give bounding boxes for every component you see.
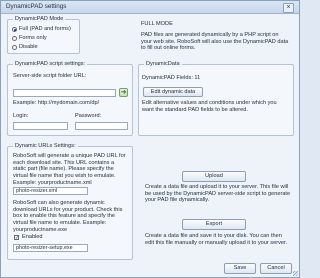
url-example: Example: http://mydomain.com/dp/ xyxy=(13,100,100,106)
mode-label-full: Full (PAD and forms) xyxy=(19,26,71,32)
settings-window: DynamicPAD settings × DynamicPAD Mode Fu… xyxy=(0,0,300,278)
window-title: DynamicPAD settings xyxy=(6,3,67,10)
enabled-checkbox[interactable]: ✓ xyxy=(14,235,19,241)
mode-label-forms: Forms only xyxy=(19,35,47,41)
script-group: DynamicPAD script settings: Server-side … xyxy=(7,61,133,136)
enabled-label: Enabled xyxy=(22,234,43,240)
title-bar[interactable]: DynamicPAD settings × xyxy=(1,1,299,14)
login-label: Login: xyxy=(13,113,29,119)
login-input[interactable] xyxy=(13,122,68,130)
data-fields-count: DynamicPAD Fields: 11 xyxy=(142,75,201,81)
password-label: Password: xyxy=(75,113,102,119)
urls-legend: Dynamic URLs Settings: xyxy=(13,143,78,149)
script-legend: DynamicPAD script settings: xyxy=(13,61,88,67)
xml-filename-input[interactable] xyxy=(13,187,88,195)
mode-description: PAD files are generated dynamically by a… xyxy=(141,32,289,52)
save-button[interactable]: Save xyxy=(224,263,256,274)
export-button[interactable]: Export xyxy=(182,219,246,230)
urls-group: Dynamic URLs Settings: RoboSoft will gen… xyxy=(7,143,133,260)
mode-radio-disable[interactable] xyxy=(12,45,17,50)
mode-label-disable: Disable xyxy=(19,44,38,50)
url-go-button[interactable]: ➜ xyxy=(119,88,128,97)
urls-text-static: RoboSoft will generate a unique PAD URL … xyxy=(13,153,126,186)
green-arrow-icon: ➜ xyxy=(120,89,127,96)
mode-group: DynamicPAD Mode Full (PAD and forms) For… xyxy=(7,16,80,54)
mode-radio-full[interactable] xyxy=(12,27,17,32)
close-button[interactable]: × xyxy=(283,3,294,13)
export-description: Create a data file and save it to your d… xyxy=(145,233,288,246)
data-group: DynamicData DynamicPAD Fields: 11 Edit d… xyxy=(138,61,294,136)
cancel-button[interactable]: Cancel xyxy=(260,263,292,274)
mode-heading: FULL MODE xyxy=(141,21,173,27)
upload-button[interactable]: Upload xyxy=(182,171,246,182)
urls-text-dynamic: RoboSoft can also generate dynamic downl… xyxy=(13,200,123,233)
password-input[interactable] xyxy=(75,122,128,130)
url-label: Server-side script folder URL: xyxy=(13,73,87,79)
upload-description: Create a data file and upload it to your… xyxy=(145,184,291,204)
exe-filename-input[interactable] xyxy=(13,244,88,252)
edit-dynamic-data-button[interactable]: Edit dynamic data xyxy=(143,87,203,97)
mode-radio-forms[interactable] xyxy=(12,36,17,41)
close-icon: × xyxy=(286,4,291,11)
data-description: Edit alternative values and conditions u… xyxy=(142,100,277,113)
resize-grip[interactable] xyxy=(293,271,298,276)
data-legend: DynamicData xyxy=(144,61,182,67)
mode-legend: DynamicPAD Mode xyxy=(13,16,66,22)
url-input[interactable] xyxy=(13,89,116,97)
